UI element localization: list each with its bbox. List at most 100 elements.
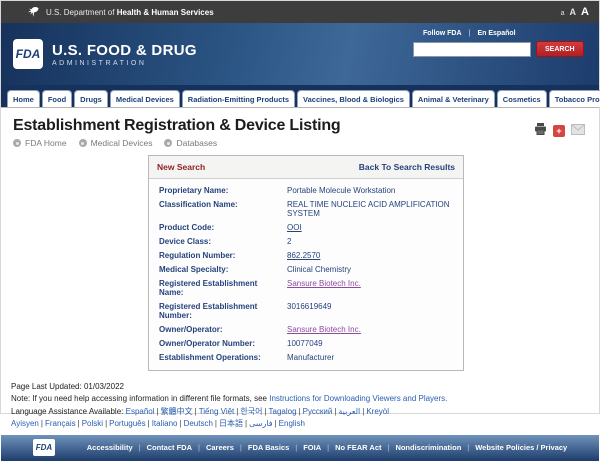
value-link-ooi[interactable]: OOI [287, 223, 302, 232]
nav-tab-radiation-emitting-products[interactable]: Radiation-Emitting Products [182, 90, 295, 107]
nav-tab-tobacco-products[interactable]: Tobacco Products [549, 90, 600, 107]
nav-tab-home[interactable]: Home [7, 90, 40, 107]
device-listing-panel: New Search Back To Search Results Propri… [148, 155, 464, 371]
print-icon[interactable] [534, 122, 547, 140]
language-link-italiano[interactable]: Italiano [152, 419, 178, 428]
nav-tab-medical-devices[interactable]: Medical Devices [110, 90, 180, 107]
header-links-row: Follow FDA|En Español [413, 30, 583, 37]
footer-links: Accessibility|Contact FDA|Careers|FDA Ba… [55, 443, 599, 452]
language-link-polski[interactable]: Polski [82, 419, 103, 428]
hhs-department-label[interactable]: U.S. Department of Health & Human Servic… [46, 8, 214, 17]
language-link-[interactable]: 繁體中文 [161, 407, 193, 416]
font-size-large-button[interactable]: A [581, 6, 589, 18]
nav-tab-drugs[interactable]: Drugs [74, 90, 108, 107]
language-link-deutsch[interactable]: Deutsch [184, 419, 213, 428]
language-separator: | [105, 419, 107, 428]
breadcrumb: FDA Home Medical Devices Databases [13, 138, 587, 148]
breadcrumb-fda-home[interactable]: FDA Home [13, 138, 67, 148]
panel-toolbar: New Search Back To Search Results [149, 156, 463, 179]
language-link-[interactable]: 한국어 [240, 407, 262, 416]
email-icon[interactable] [571, 122, 585, 140]
field-label: Regulation Number: [149, 248, 277, 262]
field-value: Sansure Biotech Inc. [277, 276, 463, 299]
language-link-ti-ng-vi-t[interactable]: Tiếng Việt [199, 407, 235, 416]
footer-link-foia[interactable]: FOIA [303, 443, 321, 452]
value-link-sansure-biotech-inc[interactable]: Sansure Biotech Inc. [287, 325, 361, 334]
field-value: 862.2570 [277, 248, 463, 262]
footer-link-separator: | [198, 443, 200, 452]
breadcrumb-databases[interactable]: Databases [164, 138, 217, 148]
language-separator: | [148, 419, 150, 428]
language-separator: | [236, 407, 238, 416]
footer-link-website-policies-privacy[interactable]: Website Policies / Privacy [475, 443, 567, 452]
field-value: Clinical Chemistry [277, 262, 463, 276]
font-size-small-button[interactable]: a [561, 10, 565, 17]
field-label: Device Class: [149, 234, 277, 248]
footer-link-accessibility[interactable]: Accessibility [87, 443, 133, 452]
new-search-link[interactable]: New Search [157, 162, 205, 172]
site-subtitle: ADMINISTRATION [52, 60, 197, 67]
follow-fda-link[interactable]: Follow FDA [423, 30, 462, 37]
field-value: OOI [277, 220, 463, 234]
footer-link-nondiscrimination[interactable]: Nondiscrimination [395, 443, 461, 452]
language-separator: | [179, 419, 181, 428]
breadcrumb-bullet-icon [164, 139, 172, 147]
language-separator: | [195, 407, 197, 416]
language-link-english[interactable]: English [279, 419, 305, 428]
language-link-[interactable]: Русский [303, 407, 333, 416]
language-assistance-label: Language Assistance Available: [11, 407, 126, 416]
share-icon[interactable]: + [553, 125, 565, 137]
footer-link-careers[interactable]: Careers [206, 443, 234, 452]
page-action-icons: + [534, 122, 585, 140]
footer-link-no-fear-act[interactable]: No FEAR Act [335, 443, 381, 452]
field-value: Sansure Biotech Inc. [277, 322, 463, 336]
table-row: Proprietary Name:Portable Molecule Works… [149, 183, 463, 197]
breadcrumb-bullet-icon [79, 139, 87, 147]
breadcrumb-bullet-icon [13, 139, 21, 147]
nav-tab-animal-veterinary[interactable]: Animal & Veterinary [412, 90, 495, 107]
language-link-portugu-s[interactable]: Português [109, 419, 145, 428]
en-espanol-link[interactable]: En Español [477, 30, 515, 37]
fda-logo[interactable]: FDA [13, 39, 43, 69]
language-separator: | [78, 419, 80, 428]
value-link-sansure-biotech-inc[interactable]: Sansure Biotech Inc. [287, 279, 361, 288]
footer-fda-logo[interactable]: FDA [33, 439, 55, 456]
font-size-medium-button[interactable]: A [570, 7, 577, 17]
field-label: Proprietary Name: [149, 183, 277, 197]
table-row: Classification Name:REAL TIME NUCLEIC AC… [149, 197, 463, 220]
back-to-search-results-link[interactable]: Back To Search Results [359, 162, 455, 172]
table-row: Owner/Operator:Sansure Biotech Inc. [149, 322, 463, 336]
language-link-[interactable]: فارسی [249, 419, 273, 428]
field-value: 3016619649 [277, 299, 463, 322]
value-link-862-2570[interactable]: 862.2570 [287, 251, 320, 260]
footer-link-separator: | [327, 443, 329, 452]
field-value: 2 [277, 234, 463, 248]
footer-link-contact-fda[interactable]: Contact FDA [147, 443, 192, 452]
language-separator: | [334, 407, 336, 416]
nav-tab-vaccines-blood-biologics[interactable]: Vaccines, Blood & Biologics [297, 90, 410, 107]
language-link-espa-ol[interactable]: Español [126, 407, 155, 416]
search-input[interactable] [413, 42, 531, 57]
page-title: Establishment Registration & Device List… [13, 117, 587, 135]
hhs-dept-bold: Health & Human Services [117, 8, 214, 17]
site-footer: FDA Accessibility|Contact FDA|Careers|FD… [1, 435, 599, 461]
nav-tab-food[interactable]: Food [42, 90, 72, 107]
nav-tab-cosmetics[interactable]: Cosmetics [497, 90, 547, 107]
language-separator: | [264, 407, 266, 416]
language-link-tagalog[interactable]: Tagalog [269, 407, 297, 416]
breadcrumb-medical-devices[interactable]: Medical Devices [79, 138, 153, 148]
note-line: Note: If you need help accessing informa… [11, 393, 589, 405]
language-link-fran-ais[interactable]: Français [45, 419, 76, 428]
viewers-players-link[interactable]: Instructions for Downloading Viewers and… [269, 394, 447, 403]
field-label: Medical Specialty: [149, 262, 277, 276]
field-label: Registered Establishment Name: [149, 276, 277, 299]
field-label: Registered Establishment Number: [149, 299, 277, 322]
search-button[interactable]: SEARCH [536, 41, 584, 57]
language-link-[interactable]: 日本語 [219, 419, 243, 428]
footer-link-fda-basics[interactable]: FDA Basics [248, 443, 289, 452]
field-value: 10077049 [277, 336, 463, 350]
text-resize-controls: a A A [561, 6, 589, 18]
hhs-dept-prefix: U.S. Department of [46, 8, 114, 17]
language-link-[interactable]: العربية [338, 407, 360, 416]
breadcrumb-label: Databases [176, 138, 217, 148]
